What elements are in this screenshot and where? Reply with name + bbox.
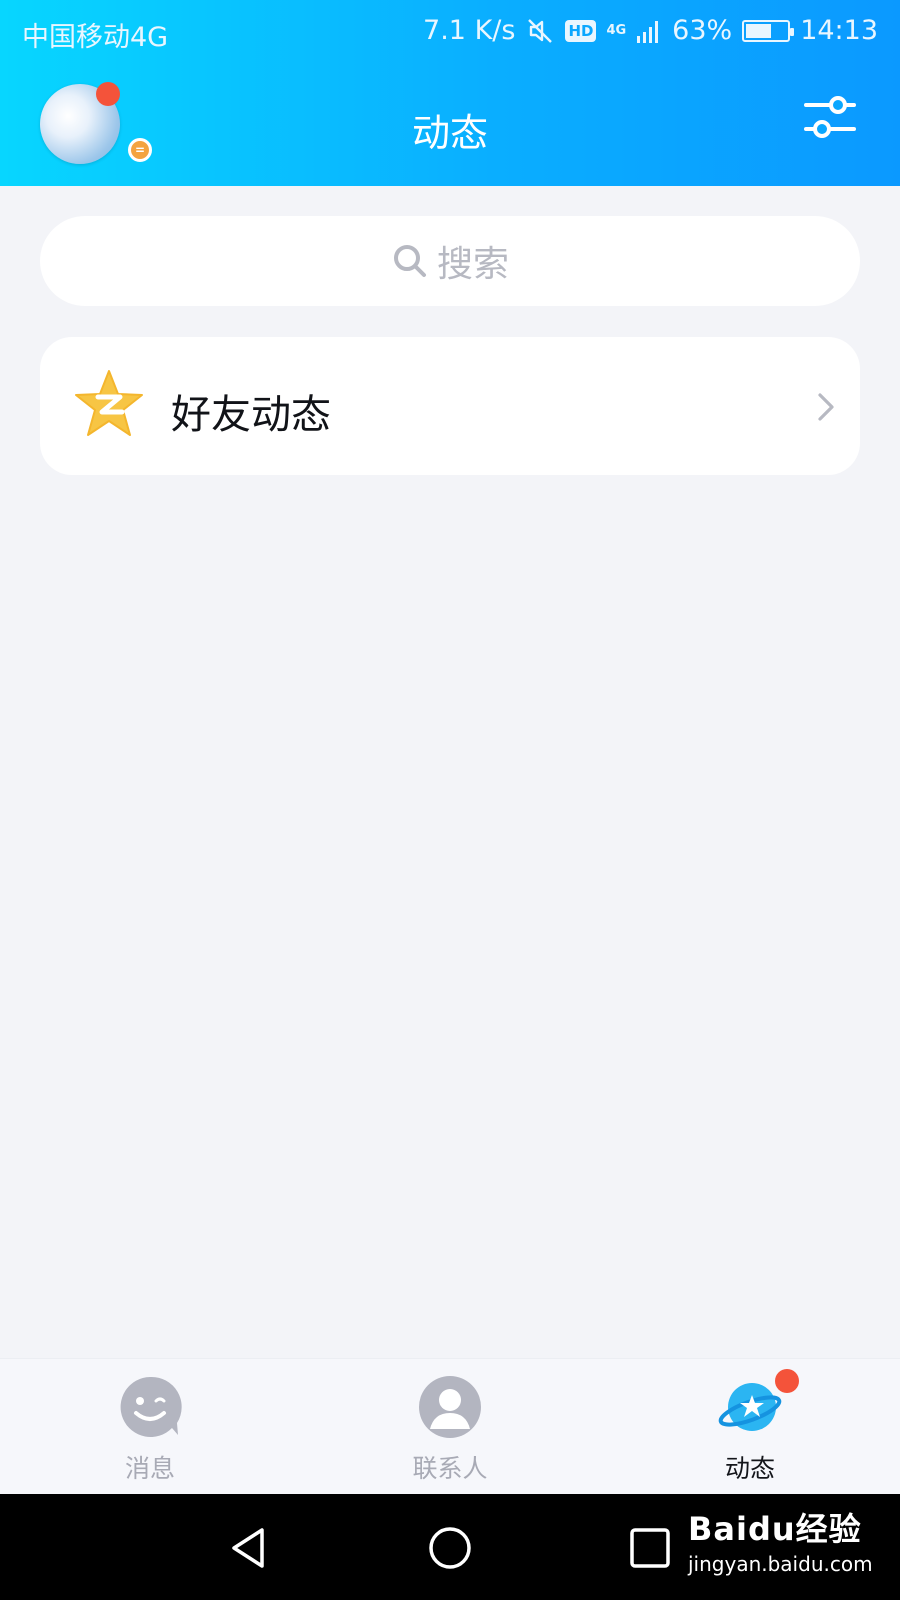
qzone-star-icon xyxy=(75,370,143,436)
search-placeholder: 搜索 xyxy=(436,244,509,285)
mute-icon xyxy=(528,18,553,43)
hd-badge: HD xyxy=(565,19,597,42)
clock: 14:13 xyxy=(800,15,878,46)
tab-contacts-label: 联系人 xyxy=(412,1454,488,1483)
battery-icon xyxy=(742,19,795,42)
friend-feed-item[interactable]: 好友动态 xyxy=(40,337,860,475)
planet-icon xyxy=(718,1383,782,1431)
feed-notification-dot xyxy=(775,1369,799,1393)
tab-contacts[interactable]: 联系人 xyxy=(300,1359,600,1495)
tab-feed[interactable]: 动态 xyxy=(600,1359,900,1495)
network-speed: 7.1 K/s xyxy=(423,15,516,46)
back-icon[interactable] xyxy=(226,1524,274,1572)
page-title: 动态 xyxy=(411,111,488,155)
carrier-label: 中国移动4G xyxy=(22,22,169,53)
bottom-tab-bar: 消息 联系人 动态 xyxy=(0,1358,900,1494)
network-type: 4G xyxy=(606,22,627,38)
tab-feed-label: 动态 xyxy=(724,1454,775,1483)
status-bar: 中国移动4G 7.1 K/s HD 4G 63% 14:13 xyxy=(0,0,900,64)
status-indicators: 7.1 K/s HD 4G 63% 14:13 xyxy=(423,15,878,46)
filter-settings-icon[interactable] xyxy=(804,93,856,141)
search-icon xyxy=(393,245,426,277)
baidu-watermark: Baidu经验 jingyan.baidu.com xyxy=(688,1504,873,1576)
signal-icon xyxy=(637,20,659,43)
watermark-logo: Baidu经验 xyxy=(688,1510,862,1548)
watermark-url: jingyan.baidu.com xyxy=(688,1552,873,1576)
app-header: 中国移动4G 7.1 K/s HD 4G 63% 14:13 = 动态 xyxy=(0,0,900,186)
recent-apps-icon[interactable] xyxy=(626,1524,674,1572)
contacts-icon xyxy=(419,1376,481,1438)
chevron-right-icon xyxy=(818,393,834,421)
battery-percent: 63% xyxy=(672,15,733,46)
friend-feed-label: 好友动态 xyxy=(171,392,331,438)
battery-fill xyxy=(746,23,772,38)
home-icon[interactable] xyxy=(426,1524,474,1572)
tab-messages-label: 消息 xyxy=(124,1454,175,1483)
search-input[interactable]: 搜索 xyxy=(40,216,860,306)
message-icon xyxy=(120,1376,182,1437)
tab-messages[interactable]: 消息 xyxy=(0,1359,300,1495)
system-navigation-bar: Baidu经验 jingyan.baidu.com xyxy=(0,1494,900,1600)
